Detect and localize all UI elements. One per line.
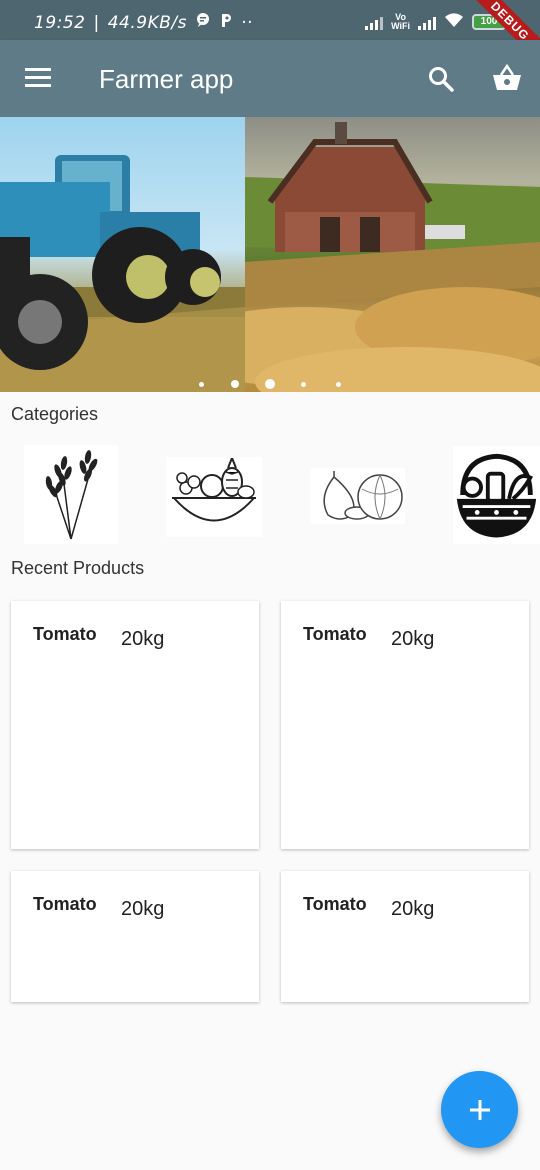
vowifi-icon: Vo WiFi [391, 11, 410, 31]
tractor-slide-image [0, 117, 245, 392]
network-speed: 44.9KB/s [107, 12, 187, 33]
shopping-basket-icon[interactable] [492, 63, 522, 92]
p-icon [219, 12, 233, 33]
carousel-dot[interactable] [199, 382, 204, 387]
product-name: Tomato [303, 894, 367, 914]
category-food-basket[interactable] [453, 446, 540, 544]
carousel-indicator [0, 379, 540, 390]
wheat-icon [45, 449, 98, 539]
category-fruits[interactable] [166, 457, 262, 537]
app-bar: Farmer app [0, 40, 540, 117]
food-basket-icon [456, 453, 537, 538]
vegetables-icon [322, 471, 403, 520]
category-vegetables[interactable] [310, 468, 405, 524]
product-quantity: 20kg [121, 628, 165, 650]
app-title: Farmer app [99, 64, 234, 94]
product-name: Tomato [33, 894, 97, 914]
carousel-dot[interactable] [231, 380, 239, 388]
wifi-icon [444, 12, 464, 31]
search-icon[interactable] [428, 66, 454, 92]
status-bar: 19:52 | 44.9KB/s ·· Vo WiFi 100 DEBUG [0, 0, 540, 70]
product-name: Tomato [33, 624, 97, 644]
plus-icon [469, 1099, 490, 1120]
menu-icon[interactable] [25, 68, 51, 88]
category-wheat[interactable] [24, 445, 118, 544]
categories-heading: Categories [11, 404, 99, 424]
product-quantity: 20kg [121, 898, 165, 920]
image-carousel[interactable] [0, 117, 540, 392]
product-name: Tomato [303, 624, 367, 644]
fruit-bowl-icon [171, 458, 257, 522]
carousel-dot[interactable] [301, 382, 306, 387]
barn-slide-image [245, 117, 540, 392]
product-card[interactable]: Tomato 20kg [281, 871, 529, 1002]
product-card[interactable]: Tomato 20kg [281, 601, 529, 849]
status-right: Vo WiFi 100 [365, 12, 506, 31]
message-icon [195, 12, 211, 33]
product-quantity: 20kg [391, 628, 435, 650]
carousel-dot[interactable] [336, 382, 341, 387]
signal-icon [365, 14, 384, 30]
recent-products-heading: Recent Products [11, 558, 145, 578]
signal-icon-2 [418, 14, 436, 30]
carousel-dot-active[interactable] [265, 379, 275, 389]
more-notifications-icon: ·· [240, 12, 253, 33]
add-product-button[interactable] [441, 1071, 518, 1148]
product-card[interactable]: Tomato 20kg [11, 601, 259, 849]
status-time: 19:52 [34, 12, 86, 33]
product-quantity: 20kg [391, 898, 435, 920]
status-left: 19:52 | 44.9KB/s ·· [34, 12, 253, 33]
product-card[interactable]: Tomato 20kg [11, 871, 259, 1002]
